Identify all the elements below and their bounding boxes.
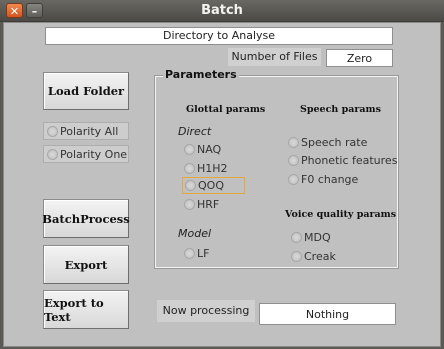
speech-rate-label: Speech rate: [301, 136, 368, 149]
radio-icon: [47, 125, 58, 137]
radio-icon: [291, 251, 302, 262]
hrf-radio[interactable]: HRF: [184, 198, 219, 211]
model-label: Model: [178, 227, 212, 240]
qoq-radio[interactable]: QOQ: [182, 177, 245, 194]
creak-label: Creak: [304, 250, 336, 263]
radio-icon: [184, 199, 195, 210]
naq-label: NAQ: [197, 143, 222, 156]
lf-radio[interactable]: LF: [184, 247, 209, 260]
polarity-one-label: Polarity One: [60, 147, 128, 161]
radio-icon: [47, 148, 58, 160]
radio-icon: [288, 155, 299, 166]
hrf-label: HRF: [197, 198, 220, 211]
radio-icon: [184, 163, 195, 174]
h1h2-label: H1H2: [197, 162, 228, 175]
radio-icon: [291, 232, 302, 243]
phonetic-features-radio[interactable]: Phonetic features: [288, 154, 397, 167]
phonetic-features-label: Phonetic features: [301, 154, 398, 167]
polarity-one-radio[interactable]: Polarity One: [43, 145, 129, 163]
radio-icon: [288, 137, 299, 148]
polarity-all-label: Polarity All: [60, 124, 119, 138]
qoq-label: QOQ: [198, 179, 224, 192]
speech-rate-radio[interactable]: Speech rate: [288, 136, 367, 149]
radio-icon: [288, 174, 299, 185]
mdq-radio[interactable]: MDQ: [291, 231, 331, 244]
now-processing-label: Now processing: [157, 300, 255, 322]
glottal-params-header: Glottal params: [186, 104, 266, 115]
speech-params-header: Speech params: [300, 104, 381, 115]
creak-radio[interactable]: Creak: [291, 250, 336, 263]
number-of-files-label: Number of Files: [228, 48, 321, 66]
directory-field[interactable]: Directory to Analyse: [45, 27, 393, 45]
h1h2-radio[interactable]: H1H2: [184, 162, 228, 175]
batch-process-button[interactable]: BatchProcess: [42, 199, 130, 238]
now-processing-value: Nothing: [259, 303, 396, 325]
polarity-all-radio[interactable]: Polarity All: [43, 122, 129, 140]
mdq-label: MDQ: [304, 231, 331, 244]
radio-icon: [184, 144, 195, 155]
f0-change-label: F0 change: [301, 173, 359, 186]
window-title: Batch: [201, 3, 243, 18]
direct-label: Direct: [178, 125, 212, 138]
lf-label: LF: [197, 247, 210, 260]
voice-quality-params-header: Voice quality params: [285, 209, 397, 220]
export-to-text-button[interactable]: Export to Text: [43, 290, 129, 329]
export-button[interactable]: Export: [43, 245, 129, 284]
naq-radio[interactable]: NAQ: [184, 143, 221, 156]
radio-icon: [184, 248, 195, 259]
parameters-title: Parameters: [163, 68, 239, 81]
radio-icon: [185, 180, 196, 191]
number-of-files-value: Zero: [326, 49, 393, 67]
f0-change-radio[interactable]: F0 change: [288, 173, 358, 186]
load-folder-button[interactable]: Load Folder: [43, 72, 129, 110]
